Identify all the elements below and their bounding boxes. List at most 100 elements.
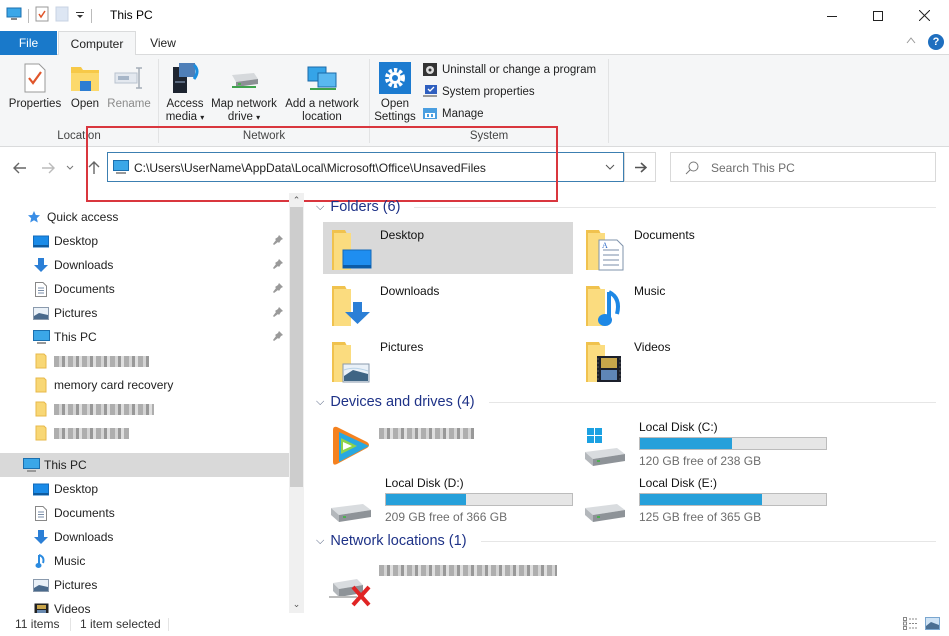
minimize-button[interactable] — [809, 0, 855, 31]
disconnected-network-drive-icon — [327, 563, 377, 609]
folder-tile[interactable]: Pictures — [323, 334, 573, 386]
pin-icon[interactable] — [273, 306, 283, 320]
folder-tile[interactable]: Music — [577, 278, 827, 330]
nav-item[interactable]: Downloads — [0, 525, 289, 549]
nav-item[interactable]: Pictures — [0, 573, 289, 597]
folder-tile[interactable]: Videos — [577, 334, 827, 386]
nav-item[interactable] — [0, 349, 289, 373]
back-button[interactable] — [10, 158, 30, 178]
nav-item[interactable] — [0, 421, 289, 445]
maximize-icon — [873, 10, 883, 21]
uninstall-program-button[interactable]: Uninstall or change a program — [422, 62, 596, 77]
large-icons-view-icon — [925, 617, 940, 630]
search-box[interactable]: Search This PC — [670, 152, 936, 182]
pin-icon[interactable] — [273, 330, 283, 344]
new-folder-icon[interactable] — [55, 6, 69, 25]
drive-tile[interactable] — [327, 418, 577, 474]
drive-tile[interactable]: Local Disk (E:) 125 GB free of 365 GB — [581, 474, 831, 530]
nav-item-label: Pictures — [54, 578, 98, 592]
folder-name: Pictures — [380, 340, 424, 354]
network-location-tile[interactable] — [327, 557, 577, 613]
tab-view[interactable]: View — [138, 31, 188, 55]
nav-item[interactable]: This PC — [0, 325, 289, 349]
star-icon — [25, 209, 43, 225]
nav-item[interactable]: Desktop — [0, 229, 289, 253]
qat-separator — [91, 8, 92, 23]
folder-tile[interactable]: A Documents — [577, 222, 827, 274]
nav-item[interactable]: Desktop — [0, 477, 289, 501]
close-button[interactable] — [901, 0, 947, 31]
collapse-ribbon-button[interactable] — [906, 35, 916, 47]
up-button[interactable] — [84, 158, 104, 178]
nav-item[interactable] — [0, 397, 289, 421]
section-header-folders[interactable]: ⌵ Folders (6) — [316, 199, 936, 215]
tab-computer[interactable]: Computer — [58, 31, 136, 56]
drive-tile[interactable]: Local Disk (D:) 209 GB free of 366 GB — [327, 474, 577, 530]
properties-button[interactable]: Properties — [6, 60, 64, 111]
map-network-drive-button[interactable]: Map network drive ▾ — [208, 60, 280, 124]
pictures-icon — [32, 577, 50, 593]
music-note-icon — [32, 553, 50, 569]
open-settings-button[interactable]: Open Settings — [372, 60, 418, 124]
map-drive-icon — [232, 73, 258, 88]
folder-document-icon: A — [583, 226, 627, 271]
folder-videos-icon — [583, 338, 627, 382]
help-button[interactable]: ? — [928, 34, 944, 50]
pin-icon[interactable] — [273, 258, 283, 272]
settings-gear-icon — [379, 62, 411, 94]
open-folder-icon — [71, 67, 99, 91]
nav-item[interactable]: memory card recovery — [0, 373, 289, 397]
search-icon — [685, 161, 699, 175]
pin-icon[interactable] — [273, 282, 283, 296]
scrollbar-thumb[interactable] — [290, 207, 303, 487]
drive-tile[interactable]: Local Disk (C:) 120 GB free of 238 GB — [581, 418, 831, 474]
folder-tile[interactable]: Desktop — [323, 222, 573, 274]
nav-item[interactable]: Documents — [0, 277, 289, 301]
pin-icon[interactable] — [273, 234, 283, 248]
manage-button[interactable]: Manage — [422, 106, 484, 121]
details-view-button[interactable] — [903, 617, 918, 633]
nav-item[interactable]: Quick access — [0, 205, 289, 229]
nav-item[interactable]: Downloads — [0, 253, 289, 277]
arrow-right-icon — [634, 161, 647, 173]
nav-item-label: Quick access — [47, 210, 119, 224]
folder-name: Downloads — [380, 284, 440, 298]
folder-icon — [32, 377, 50, 393]
nav-item[interactable]: Music — [0, 549, 289, 573]
rename-button[interactable]: Rename — [106, 60, 152, 111]
maximize-button[interactable] — [855, 0, 901, 31]
system-properties-button[interactable]: System properties — [422, 84, 535, 99]
folder-name: Videos — [634, 340, 671, 354]
search-input[interactable]: Search This PC — [711, 161, 795, 175]
forward-button[interactable] — [38, 158, 58, 178]
folder-icon — [32, 425, 50, 441]
section-header-network[interactable]: ⌵ Network locations (1) — [316, 533, 936, 549]
nav-item[interactable]: Videos — [0, 597, 289, 613]
chevron-down-icon[interactable] — [605, 164, 615, 171]
scroll-up-arrow[interactable]: ⌃ — [289, 193, 304, 207]
ribbon: Properties Open Rename Location Access me… — [0, 55, 949, 147]
tab-file[interactable]: File — [0, 31, 57, 55]
status-separator — [168, 618, 169, 631]
properties-icon[interactable] — [35, 6, 49, 25]
svg-text:A: A — [602, 241, 608, 250]
folder-tile[interactable]: Downloads — [323, 278, 573, 330]
nav-item[interactable]: This PC — [0, 453, 289, 477]
scroll-down-arrow[interactable]: ⌄ — [289, 597, 304, 611]
go-button[interactable] — [624, 152, 656, 182]
add-network-location-button[interactable]: Add a network location — [281, 60, 363, 124]
nav-pane-scrollbar[interactable]: ⌃ ⌄ — [289, 193, 304, 613]
access-media-button[interactable]: Access media ▾ — [163, 60, 207, 124]
nav-item[interactable]: Documents — [0, 501, 289, 525]
address-bar[interactable]: C:\Users\UserName\AppData\Local\Microsof… — [107, 152, 624, 182]
recent-locations-button[interactable] — [63, 158, 77, 178]
customize-dropdown-icon[interactable] — [75, 9, 85, 23]
computer-icon[interactable] — [6, 7, 22, 24]
open-button[interactable]: Open — [66, 60, 104, 111]
navigation-pane: Quick access Desktop Downloads Documents Pic… — [0, 195, 289, 613]
section-header-devices[interactable]: ⌵ Devices and drives (4) — [316, 394, 936, 410]
arrow-up-icon — [88, 161, 100, 174]
large-icons-view-button[interactable] — [925, 617, 940, 633]
nav-item[interactable]: Pictures — [0, 301, 289, 325]
address-path[interactable]: C:\Users\UserName\AppData\Local\Microsof… — [134, 161, 486, 175]
